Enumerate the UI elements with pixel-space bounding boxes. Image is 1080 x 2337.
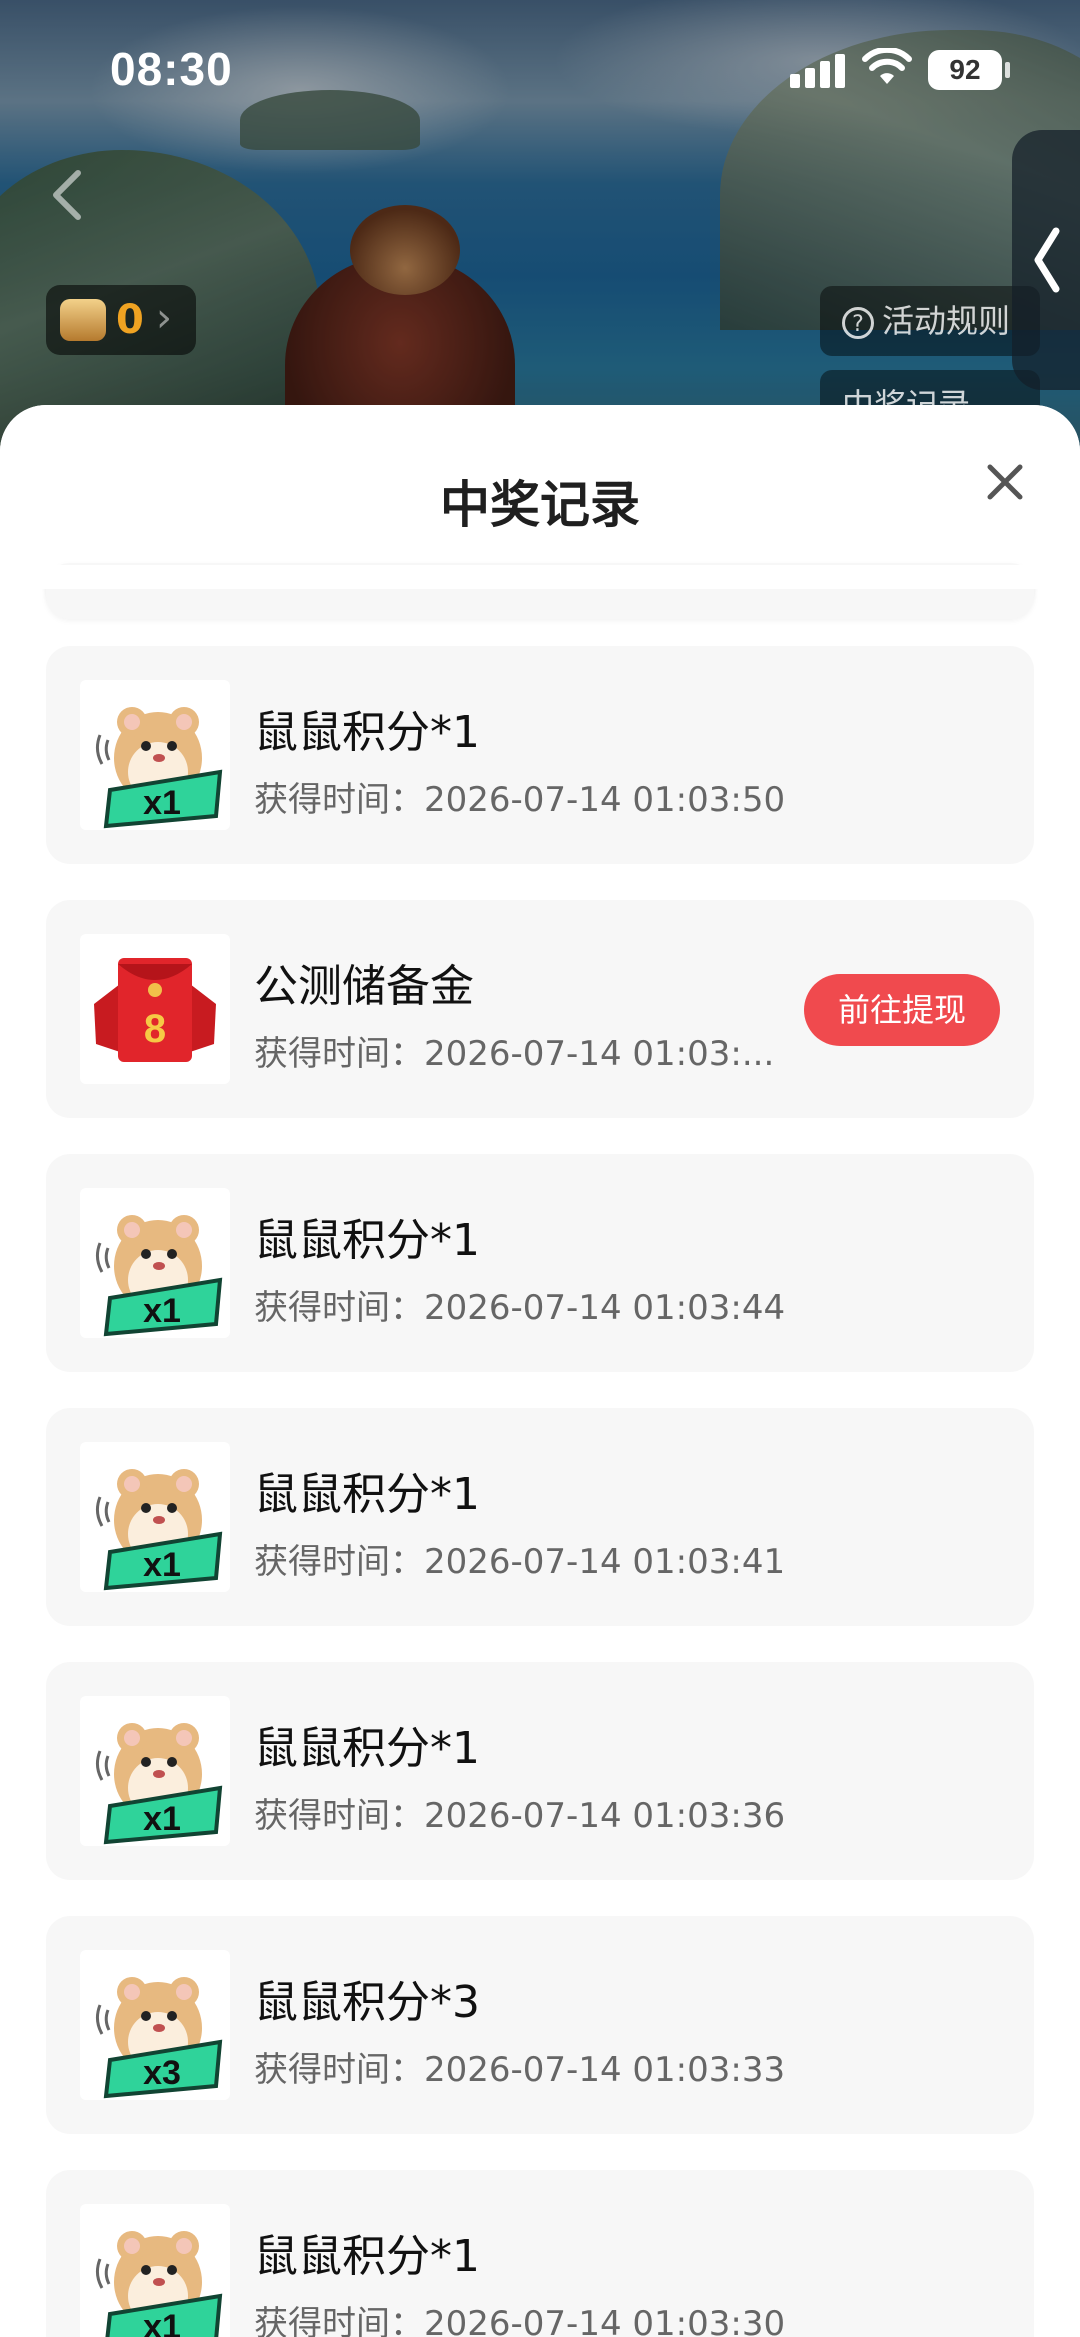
badge-text: x1 <box>143 784 181 822</box>
battery-indicator: 92 <box>928 50 1002 90</box>
record-title: 鼠鼠积分*1 <box>254 1469 480 1520</box>
record-time-label: 获得时间： <box>254 1034 424 1074</box>
rules-label: 活动规则 <box>882 302 1011 340</box>
battery-nub <box>1005 62 1010 78</box>
badge-text: x1 <box>143 1292 181 1330</box>
hamster-points-icon: x1 <box>80 680 230 830</box>
badge-text: x3 <box>143 2054 181 2092</box>
record-time-value: 2026-07-14 01:03:44 <box>424 1288 786 1328</box>
record-time-value: 2026-07-14 01:03:41 <box>424 1542 786 1582</box>
record-time: 获得时间：2026-07-14 01:03:44 <box>254 1280 785 1329</box>
chevron-right-icon: › <box>156 295 172 341</box>
sheet-title: 中奖记录 <box>440 476 640 534</box>
badge-text: x1 <box>143 1800 181 1838</box>
record-title: 公测储备金 <box>254 961 474 1012</box>
list-item[interactable]: x1 鼠鼠积分*1 获得时间：2026-07-14 01:03:50 <box>46 646 1034 864</box>
record-time-label: 获得时间： <box>254 1288 424 1328</box>
hamster-points-icon: x1 <box>80 1442 230 1592</box>
record-time: 获得时间：2026-07-14 01:03:33 <box>254 2042 785 2091</box>
record-title: 鼠鼠积分*1 <box>254 1215 480 1266</box>
list-item[interactable]: x1 鼠鼠积分*1 获得时间：2026-07-14 01:03:36 <box>46 1662 1034 1880</box>
record-title: 鼠鼠积分*1 <box>254 1723 480 1774</box>
record-time: 获得时间：2026-07-14 01:03:30 <box>254 2296 785 2337</box>
chevron-left-icon <box>1034 227 1060 293</box>
record-time-value: 2026-07-14 01:03:50 <box>424 780 786 820</box>
coin-icon <box>60 299 106 341</box>
hamster-points-icon: x1 <box>80 2204 230 2337</box>
signal-icon <box>790 52 846 88</box>
record-time-label: 获得时间： <box>254 1796 424 1836</box>
hamster-points-icon: x1 <box>80 1696 230 1846</box>
badge-text: x1 <box>143 2308 181 2337</box>
record-title: 鼠鼠积分*1 <box>254 707 480 758</box>
record-time: 获得时间：2026-07-14 01:03:... <box>254 1026 774 1075</box>
list-item[interactable]: x1 鼠鼠积分*1 获得时间：2026-07-14 01:03:41 <box>46 1408 1034 1626</box>
question-icon: ? <box>842 307 874 339</box>
rules-button[interactable]: ? 活动规则 <box>820 286 1040 356</box>
list-item[interactable]: x1 鼠鼠积分*1 获得时间：2026-07-14 01:03:30 <box>46 2170 1034 2337</box>
hamster-points-icon: x1 <box>80 1188 230 1338</box>
record-time: 获得时间：2026-07-14 01:03:50 <box>254 772 785 821</box>
back-icon[interactable] <box>42 165 92 225</box>
badge-text: x1 <box>143 1546 181 1584</box>
sheet-header-fade <box>0 565 1080 589</box>
status-time: 08:30 <box>110 43 233 95</box>
withdraw-button[interactable]: 前往提现 <box>804 974 1000 1046</box>
svg-text:8: 8 <box>144 1007 166 1051</box>
record-time-value: 2026-07-14 01:03:... <box>424 1034 775 1074</box>
prize-records-sheet: x1 鼠鼠积分*1 获得时间：2026-07-14 01:03:50 8 公测储备金 获得… <box>0 405 1080 2337</box>
record-time-label: 获得时间： <box>254 2304 424 2337</box>
record-time-value: 2026-07-14 01:03:36 <box>424 1796 786 1836</box>
record-time-value: 2026-07-14 01:03:33 <box>424 2050 786 2090</box>
list-item[interactable]: x1 鼠鼠积分*1 获得时间：2026-07-14 01:03:44 <box>46 1154 1034 1372</box>
wifi-icon <box>862 48 912 84</box>
record-time: 获得时间：2026-07-14 01:03:41 <box>254 1534 785 1583</box>
record-time-label: 获得时间： <box>254 1542 424 1582</box>
record-time-value: 2026-07-14 01:03:30 <box>424 2304 786 2337</box>
side-drawer-tab[interactable] <box>1012 130 1080 390</box>
records-list[interactable]: x1 鼠鼠积分*1 获得时间：2026-07-14 01:03:50 8 公测储备金 获得… <box>0 405 1080 2337</box>
hamster-points-icon: x3 <box>80 1950 230 2100</box>
list-item[interactable]: x3 鼠鼠积分*3 获得时间：2026-07-14 01:03:33 <box>46 1916 1034 2134</box>
record-time-label: 获得时间： <box>254 2050 424 2090</box>
record-title: 鼠鼠积分*1 <box>254 2231 480 2282</box>
points-value: 0 <box>116 297 144 343</box>
close-icon[interactable] <box>980 457 1030 507</box>
record-time-label: 获得时间： <box>254 780 424 820</box>
red-envelope-icon: 8 <box>80 934 230 1084</box>
list-item[interactable]: 8 公测储备金获得时间：2026-07-14 01:03:... 前往提现 <box>46 900 1034 1118</box>
points-pill[interactable]: 0 › <box>46 285 196 355</box>
record-title: 鼠鼠积分*3 <box>254 1977 480 2028</box>
record-time: 获得时间：2026-07-14 01:03:36 <box>254 1788 785 1837</box>
